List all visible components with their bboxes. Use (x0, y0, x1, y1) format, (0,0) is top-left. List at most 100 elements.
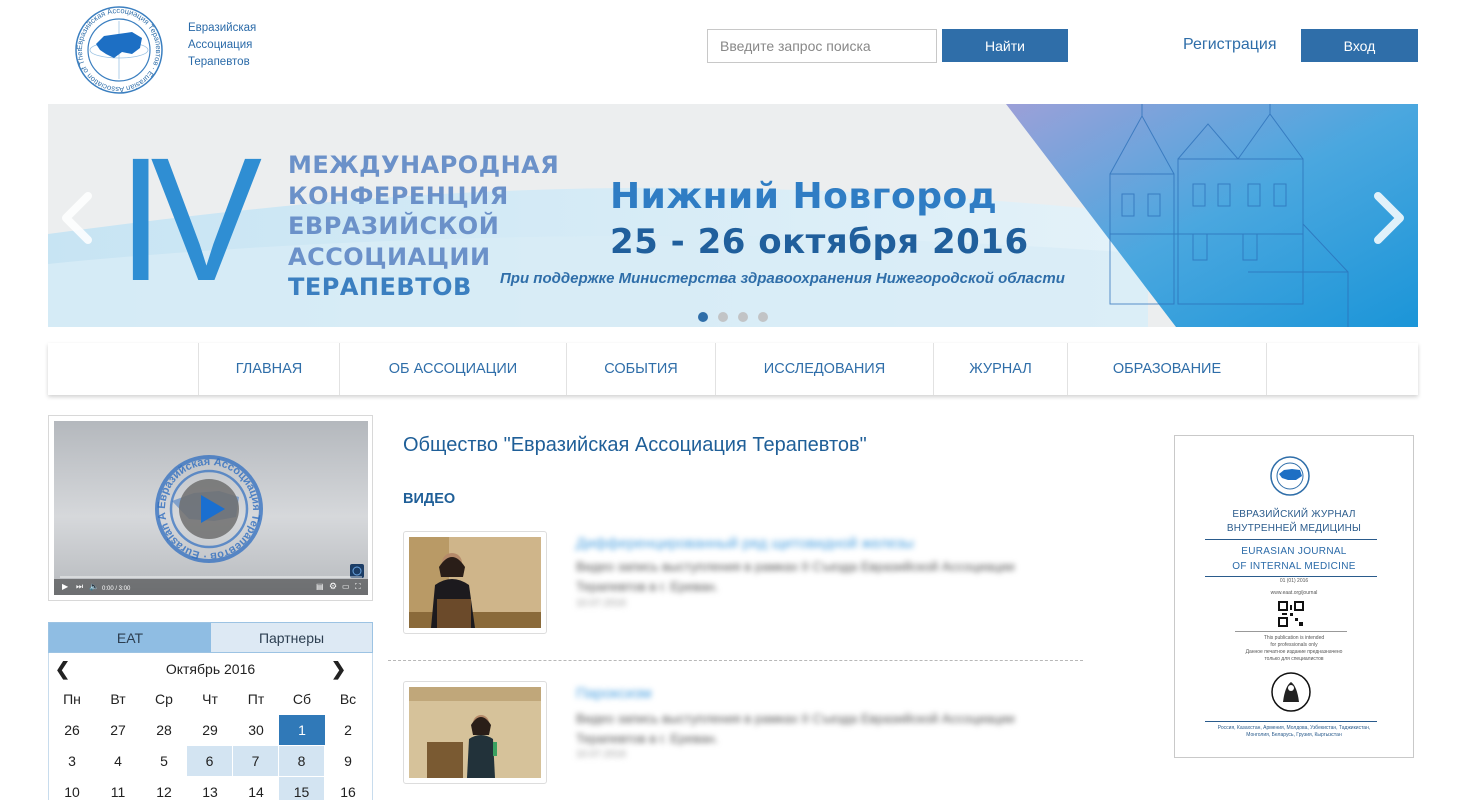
journal-rule (1235, 631, 1347, 632)
calendar-day[interactable]: 4 (95, 746, 141, 776)
nav-item-home[interactable]: ГЛАВНАЯ (198, 343, 339, 395)
association-logo[interactable]: Евразийская Ассоциация Терапевтов · Eura… (74, 4, 164, 96)
video-player[interactable]: Евразийская Ассоциация Терапевтов · Eura… (54, 421, 368, 595)
calendar-month: Октябрь 2016 (165, 661, 256, 677)
calendar-day[interactable]: 10 (49, 777, 95, 800)
calendar-day-event[interactable]: 15 (279, 777, 325, 800)
chevron-right-icon[interactable] (1370, 190, 1410, 246)
journal-note-en: This publication is intended for profess… (1175, 635, 1413, 663)
weekday-label: Ср (155, 691, 173, 707)
journal-note-line: только для специалистов (1264, 656, 1324, 662)
calendar-week: 26 27 28 29 30 1 2 (49, 715, 372, 746)
slide-dot[interactable] (698, 312, 708, 322)
video-thumbnail[interactable] (403, 531, 547, 634)
conference-support: При поддержке Министерства здравоохранен… (500, 270, 1065, 287)
qr-code-icon (1278, 601, 1304, 627)
journal-title-en-line: OF INTERNAL MEDICINE (1232, 561, 1356, 572)
calendar-day[interactable]: 28 (141, 715, 187, 745)
calendar-day[interactable]: 3 (49, 746, 95, 776)
player-volume-icon[interactable]: 🔈 (89, 582, 99, 591)
journal-countries-line: Монголия, Беларусь, Грузия, Кыргызстан (1246, 732, 1342, 738)
main-navigation: ГЛАВНАЯ ОБ АССОЦИАЦИИ СОБЫТИЯ ИССЛЕДОВАН… (48, 343, 1418, 395)
calendar-week: 3 4 5 6 7 8 9 (49, 746, 372, 777)
video-list-item: Пароксизм Видео запись выступления в рам… (388, 681, 1083, 800)
nav-item-research[interactable]: ИССЛЕДОВАНИЯ (715, 343, 933, 395)
divider (388, 660, 1083, 661)
nav-divider (1266, 343, 1267, 395)
calendar-day-today[interactable]: 1 (279, 715, 325, 745)
conference-title-line: ЕВРАЗИЙСКОЙ (288, 212, 500, 240)
calendar-day[interactable]: 13 (187, 777, 233, 800)
conference-title-line: МЕЖДУНАРОДНАЯ (288, 151, 560, 179)
video-description: Видео запись выступления в рамках II Съе… (576, 711, 1015, 746)
player-subtitles-icon[interactable]: ▤ (316, 582, 324, 591)
calendar-day[interactable]: 30 (233, 715, 279, 745)
video-description: Видео запись выступления в рамках II Съе… (576, 559, 1015, 594)
calendar-day[interactable]: 9 (325, 746, 371, 776)
weekday-label: Пн (63, 691, 81, 707)
weekday-label: Вт (110, 691, 126, 707)
journal-cover[interactable]: ЕВРАЗИЙСКИЙ ЖУРНАЛ ВНУТРЕННЕЙ МЕДИЦИНЫ E… (1174, 435, 1414, 758)
slide-dot[interactable] (758, 312, 768, 322)
calendar-day-event[interactable]: 6 (187, 746, 233, 776)
slide-dot[interactable] (738, 312, 748, 322)
slide-dot[interactable] (718, 312, 728, 322)
video-list-item: Дифференцированный ряд щитовидной железы… (388, 531, 1083, 661)
calendar-day[interactable]: 29 (187, 715, 233, 745)
journal-title-en-line: EURASIAN JOURNAL (1241, 546, 1347, 557)
nav-item-about[interactable]: ОБ АССОЦИАЦИИ (339, 343, 566, 395)
tab-eat[interactable]: ЕАТ (49, 623, 211, 652)
play-icon[interactable] (178, 478, 240, 540)
calendar-day[interactable]: 16 (325, 777, 371, 800)
login-button[interactable]: Вход (1301, 29, 1418, 62)
video-date: 10.07.2016 (576, 749, 627, 760)
calendar-day[interactable]: 11 (95, 777, 141, 800)
video-title-link[interactable]: Пароксизм (576, 685, 652, 702)
journal-rule (1205, 721, 1377, 722)
page-title: Общество "Евразийская Ассоциация Терапев… (403, 434, 867, 456)
player-play-icon[interactable]: ▶ (62, 582, 68, 591)
weekday-label: Пт (247, 691, 265, 707)
nav-item-events[interactable]: СОБЫТИЯ (566, 343, 715, 395)
player-theater-icon[interactable]: ▭ (342, 582, 350, 591)
calendar-day[interactable]: 5 (141, 746, 187, 776)
chevron-left-icon[interactable] (56, 190, 96, 246)
progress-bar[interactable] (60, 576, 362, 578)
conference-banner[interactable]: IV МЕЖДУНАРОДНАЯ КОНФЕРЕНЦИЯ ЕВРАЗИЙСКОЙ… (48, 104, 1418, 327)
player-fullscreen-icon[interactable]: ⛶ (355, 582, 361, 592)
player-next-icon[interactable]: ⏭ (76, 582, 83, 592)
journal-issue: 01 (01) 2016 (1279, 578, 1309, 584)
journal-title-ru-line: ВНУТРЕННЕЙ МЕДИЦИНЫ (1226, 523, 1362, 534)
register-link[interactable]: Регистрация (1183, 36, 1277, 54)
calendar-day[interactable]: 27 (95, 715, 141, 745)
video-date: 10.07.2016 (576, 598, 627, 609)
calendar-grid: 26 27 28 29 30 1 2 3 4 5 6 7 8 9 10 11 1… (49, 715, 372, 800)
tab-partners[interactable]: Партнеры (211, 623, 372, 652)
journal-title-ru-line: ЕВРАЗИЙСКИЙ ЖУРНАЛ (1232, 509, 1356, 520)
journal-countries-line: Россия, Казахстан, Армения, Молдова, Узб… (1217, 725, 1371, 731)
nav-item-education[interactable]: ОБРАЗОВАНИЕ (1067, 343, 1266, 395)
slide-indicators (698, 312, 768, 322)
calendar-day-event[interactable]: 7 (233, 746, 279, 776)
calendar-day[interactable]: 26 (49, 715, 95, 745)
search-button[interactable]: Найти (942, 29, 1068, 62)
calendar-day[interactable]: 2 (325, 715, 371, 745)
journal-title-en: EURASIAN JOURNAL OF INTERNAL MEDICINE (1175, 544, 1413, 574)
video-title-link[interactable]: Дифференцированный ряд щитовидной железы (576, 535, 914, 552)
journal-rule (1205, 539, 1377, 540)
nav-item-journal[interactable]: ЖУРНАЛ (933, 343, 1067, 395)
calendar-day[interactable]: 14 (233, 777, 279, 800)
player-settings-icon[interactable]: ⚙ (329, 581, 337, 592)
journal-rule (1205, 576, 1377, 577)
weekday-label: Чт (202, 691, 218, 707)
conference-dates: 25 - 26 октября 2016 (610, 222, 1029, 262)
chevron-right-icon[interactable]: ❯ (331, 659, 346, 680)
calendar-day-event[interactable]: 8 (279, 746, 325, 776)
conference-city: Нижний Новгород (610, 176, 998, 217)
video-thumbnail[interactable] (403, 681, 547, 784)
journal-note-line: Данное печатное издание предназначено (1245, 649, 1343, 655)
search-input[interactable] (707, 29, 937, 63)
speaker-photo (409, 687, 541, 778)
logo-text[interactable]: Евразийская Ассоциация Терапевтов (188, 20, 256, 71)
calendar-day[interactable]: 12 (141, 777, 187, 800)
